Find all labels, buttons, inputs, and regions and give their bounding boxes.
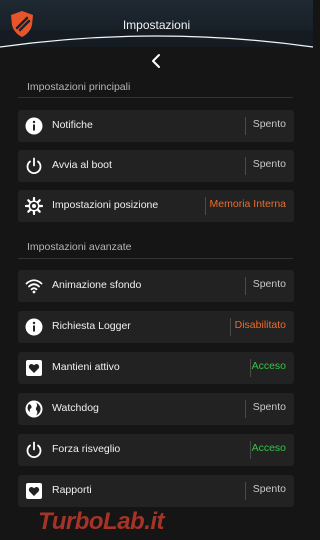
setting-value: Spento	[252, 401, 286, 413]
setting-label: Animazione sfondo	[52, 279, 142, 291]
value-separator	[205, 197, 206, 215]
setting-avvia-al-boot[interactable]: Avvia al boot Spento	[18, 150, 294, 182]
app-header: Impostazioni	[0, 0, 313, 48]
setting-rapporti[interactable]: Rapporti Spento	[18, 475, 294, 507]
value-separator	[230, 318, 231, 336]
gear-icon	[25, 197, 43, 215]
setting-value: Acceso	[251, 442, 286, 454]
globe-icon	[25, 400, 43, 418]
watermark-logo: TurboLab.it	[38, 508, 165, 535]
setting-label: Impostazioni posizione	[52, 199, 159, 211]
setting-label: Watchdog	[52, 402, 99, 414]
section-divider	[18, 258, 293, 259]
value-separator	[245, 482, 246, 500]
setting-watchdog[interactable]: Watchdog Spento	[18, 393, 294, 425]
value-separator	[245, 157, 246, 175]
section-title-main: Impostazioni principali	[27, 81, 131, 93]
info-icon	[25, 318, 43, 336]
setting-forza-risveglio[interactable]: Forza risveglio Acceso	[18, 434, 294, 466]
setting-value: Disabilitato	[234, 319, 286, 331]
setting-label: Avvia al boot	[52, 159, 112, 171]
setting-label: Mantieni attivo	[52, 361, 120, 373]
value-separator	[245, 117, 246, 135]
setting-value: Spento	[252, 278, 286, 290]
heart-icon	[26, 360, 42, 376]
setting-notifiche[interactable]: Notifiche Spento	[18, 110, 294, 142]
setting-value: Spento	[252, 158, 286, 170]
setting-mantieni-attivo[interactable]: Mantieni attivo Acceso	[18, 352, 294, 384]
setting-animazione-sfondo[interactable]: Animazione sfondo Spento	[18, 270, 294, 302]
setting-label: Rapporti	[52, 484, 92, 496]
setting-value: Acceso	[251, 360, 286, 372]
setting-impostazioni-posizione[interactable]: Impostazioni posizione Memoria Interna	[18, 190, 294, 222]
section-title-advanced: Impostazioni avanzate	[27, 241, 132, 253]
setting-value: Spento	[252, 118, 286, 130]
setting-label: Richiesta Logger	[52, 320, 131, 332]
heart-icon	[26, 483, 42, 499]
page-title: Impostazioni	[122, 18, 191, 32]
wifi-icon	[25, 279, 43, 294]
power-icon	[26, 441, 42, 459]
power-icon	[26, 157, 42, 175]
setting-value: Memoria Interna	[209, 198, 286, 210]
value-separator	[245, 277, 246, 295]
section-divider	[18, 97, 293, 98]
info-icon	[25, 117, 43, 135]
chevron-left-icon[interactable]	[149, 53, 165, 69]
value-separator	[245, 400, 246, 418]
setting-value: Spento	[252, 483, 286, 495]
setting-richiesta-logger[interactable]: Richiesta Logger Disabilitato	[18, 311, 294, 343]
setting-label: Forza risveglio	[52, 443, 121, 455]
setting-label: Notifiche	[52, 119, 93, 131]
